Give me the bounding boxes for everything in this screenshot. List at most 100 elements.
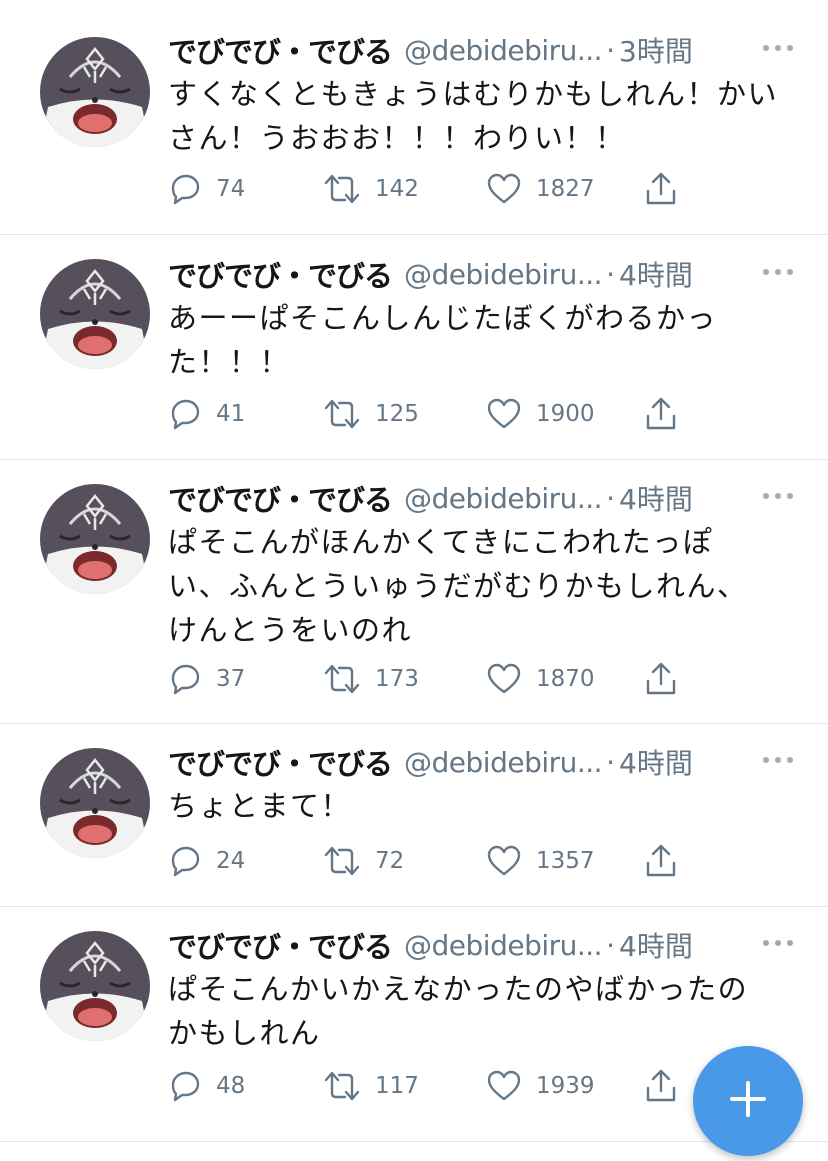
timestamp[interactable]: 3時間	[619, 30, 693, 70]
heart-icon	[486, 1069, 522, 1103]
user-handle[interactable]: @debidebiru...	[404, 482, 603, 515]
reply-button[interactable]: 74	[168, 167, 245, 211]
like-button[interactable]: 1357	[486, 839, 595, 883]
avatar[interactable]	[40, 931, 150, 1041]
tweet-text: すくなくともきょうはむりかもしれん！かいさん！うおおお！！！わりい！！	[168, 77, 779, 155]
tweet-body: でびでび・でびる @debidebiru... · 4時間 ぱそこんかいかえなか…	[168, 925, 800, 1055]
reply-button[interactable]: 24	[168, 839, 245, 883]
user-handle[interactable]: @debidebiru...	[404, 929, 603, 962]
retweet-icon	[323, 172, 361, 206]
separator: ·	[606, 257, 615, 291]
retweet-button[interactable]: 117	[323, 1064, 419, 1108]
display-name[interactable]: でびでび・でびる	[168, 253, 393, 295]
avatar[interactable]	[40, 259, 150, 369]
retweet-icon	[323, 397, 361, 431]
tweet[interactable]: でびでび・でびる @debidebiru... · 4時間 ちょとまて！ 24 …	[0, 724, 828, 907]
avatar-image	[40, 748, 150, 858]
separator: ·	[606, 745, 615, 779]
retweet-button[interactable]: 125	[323, 392, 419, 436]
share-icon	[644, 1068, 678, 1104]
user-handle[interactable]: @debidebiru...	[404, 258, 603, 291]
compose-tweet-button[interactable]	[693, 1046, 803, 1156]
plus-icon	[728, 1079, 768, 1123]
heart-icon	[486, 172, 522, 206]
user-handle[interactable]: @debidebiru...	[404, 34, 603, 67]
tweet[interactable]: でびでび・でびる @debidebiru... · 3時間 すくなくともきょうは…	[0, 0, 828, 235]
reply-count: 74	[216, 176, 246, 202]
like-button[interactable]: 1900	[486, 392, 595, 436]
reply-icon	[168, 1069, 202, 1103]
retweet-icon	[323, 844, 361, 878]
share-button[interactable]	[644, 839, 678, 883]
tweet-actions: 24 72 1357	[168, 839, 828, 883]
heart-icon	[486, 844, 522, 878]
share-button[interactable]	[644, 167, 678, 211]
retweet-icon	[323, 662, 361, 696]
reply-button[interactable]: 48	[168, 1064, 245, 1108]
like-count: 1900	[536, 401, 595, 427]
reply-count: 48	[216, 1073, 246, 1099]
more-icon[interactable]	[756, 476, 800, 516]
share-icon	[644, 396, 678, 432]
reply-icon	[168, 844, 202, 878]
tweet-text: ぱそこんかいかえなかったのやばかったのかもしれん	[168, 972, 749, 1050]
share-button[interactable]	[644, 657, 678, 701]
more-icon[interactable]	[756, 28, 800, 68]
tweet-header: でびでび・でびる @debidebiru... · 3時間	[168, 30, 800, 70]
user-handle[interactable]: @debidebiru...	[404, 746, 603, 779]
avatar[interactable]	[40, 484, 150, 594]
more-icon[interactable]	[756, 252, 800, 292]
share-button[interactable]	[644, 392, 678, 436]
timestamp[interactable]: 4時間	[619, 742, 693, 782]
share-button[interactable]	[644, 1064, 678, 1108]
avatar-image	[40, 931, 150, 1041]
avatar-image	[40, 37, 150, 147]
more-icon[interactable]	[756, 740, 800, 780]
display-name[interactable]: でびでび・でびる	[168, 29, 393, 71]
retweet-count: 117	[375, 1073, 419, 1099]
display-name[interactable]: でびでび・でびる	[168, 924, 393, 966]
reply-button[interactable]: 41	[168, 392, 245, 436]
tweet-body: でびでび・でびる @debidebiru... · 4時間 あーーぱそこんしんじ…	[168, 254, 800, 384]
timestamp[interactable]: 4時間	[619, 925, 693, 965]
tweet-actions: 74 142 1827	[168, 167, 828, 211]
like-count: 1827	[536, 176, 595, 202]
tweet-body: でびでび・でびる @debidebiru... · 4時間 ちょとまて！	[168, 742, 800, 828]
more-icon[interactable]	[756, 923, 800, 963]
tweet-body: でびでび・でびる @debidebiru... · 3時間 すくなくともきょうは…	[168, 30, 800, 160]
heart-icon	[486, 397, 522, 431]
tweet[interactable]: でびでび・でびる @debidebiru... · 4時間 あーーぱそこんしんじ…	[0, 235, 828, 460]
like-button[interactable]: 1939	[486, 1064, 595, 1108]
avatar[interactable]	[40, 748, 150, 858]
tweet-text: ちょとまて！	[168, 789, 352, 823]
retweet-count: 72	[375, 848, 405, 874]
retweet-button[interactable]: 72	[323, 839, 404, 883]
retweet-icon	[323, 1069, 361, 1103]
tweet-actions: 41 125 1900	[168, 392, 828, 436]
retweet-button[interactable]: 142	[323, 167, 419, 211]
tweet-header: でびでび・でびる @debidebiru... · 4時間	[168, 925, 800, 965]
timestamp[interactable]: 4時間	[619, 478, 693, 518]
like-count: 1357	[536, 848, 595, 874]
like-button[interactable]: 1827	[486, 167, 595, 211]
like-button[interactable]: 1870	[486, 657, 595, 701]
tweet-header: でびでび・でびる @debidebiru... · 4時間	[168, 742, 800, 782]
like-count: 1870	[536, 666, 595, 692]
retweet-count: 142	[375, 176, 419, 202]
reply-icon	[168, 397, 202, 431]
reply-count: 41	[216, 401, 246, 427]
share-icon	[644, 843, 678, 879]
retweet-count: 125	[375, 401, 419, 427]
display-name[interactable]: でびでび・でびる	[168, 477, 393, 519]
reply-icon	[168, 172, 202, 206]
tweet-header: でびでび・でびる @debidebiru... · 4時間	[168, 478, 800, 518]
reply-button[interactable]: 37	[168, 657, 245, 701]
share-icon	[644, 171, 678, 207]
reply-icon	[168, 662, 202, 696]
avatar[interactable]	[40, 37, 150, 147]
timestamp[interactable]: 4時間	[619, 254, 693, 294]
display-name[interactable]: でびでび・でびる	[168, 741, 393, 783]
retweet-button[interactable]: 173	[323, 657, 419, 701]
tweet-actions: 37 173 1870	[168, 657, 828, 701]
tweet[interactable]: でびでび・でびる @debidebiru... · 4時間 ぱそこんがほんかくて…	[0, 460, 828, 724]
